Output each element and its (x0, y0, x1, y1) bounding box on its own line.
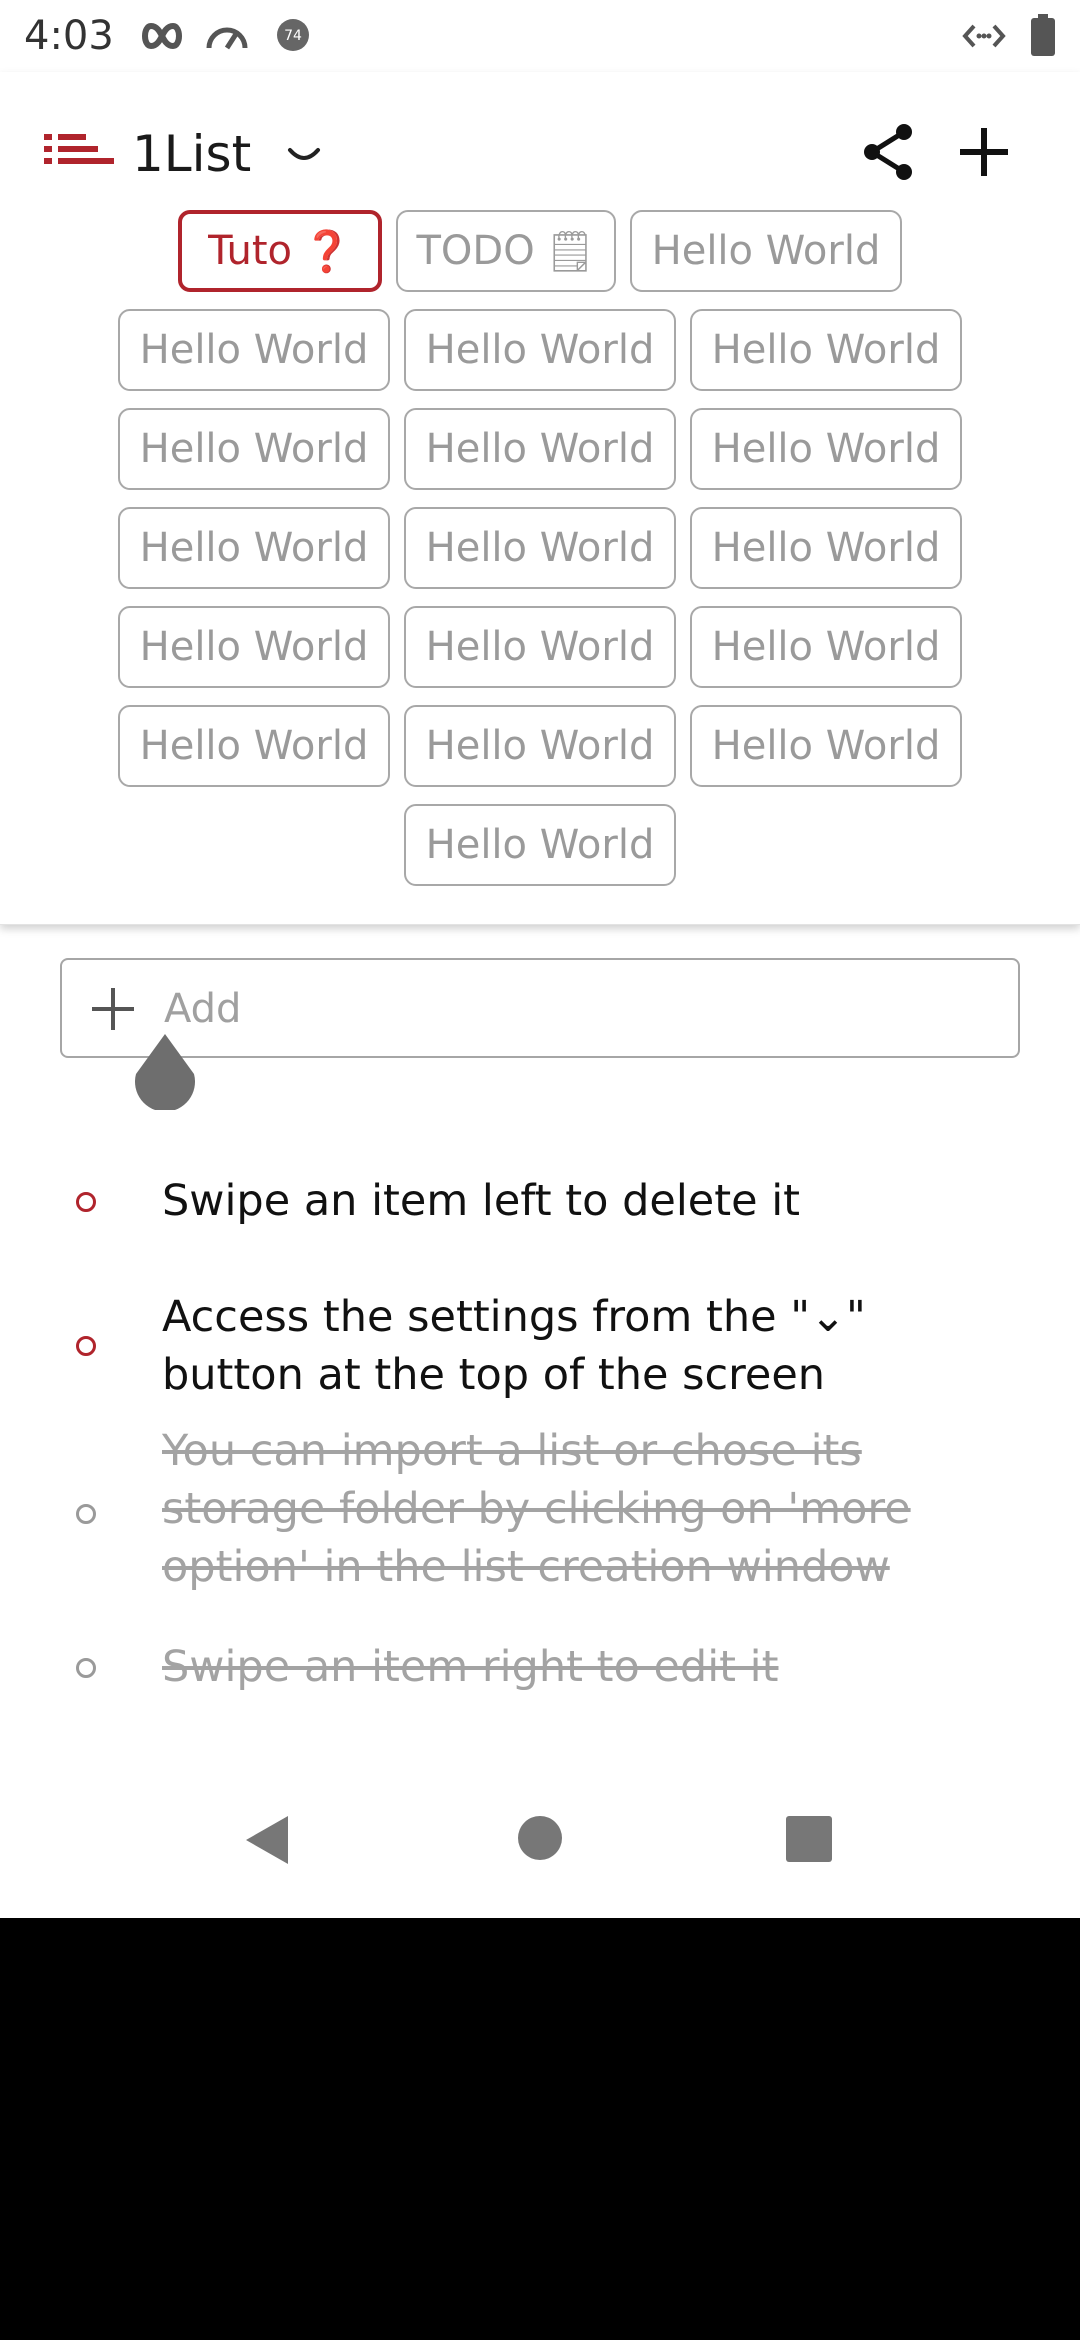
chip-label: Tuto (208, 228, 293, 274)
chip-hello-world[interactable]: Hello World (404, 309, 676, 391)
chip-hello-world[interactable]: Hello World (690, 408, 962, 490)
chip-hello-world[interactable]: Hello World (630, 210, 902, 292)
chip-hello-world[interactable]: Hello World (690, 507, 962, 589)
add-item-input[interactable] (162, 970, 986, 1048)
list-item-text: You can import a list or chose its stora… (162, 1426, 911, 1592)
chip-label: Hello World (711, 426, 941, 472)
chip-label: Hello World (425, 723, 655, 769)
notification-badge-icon: 74 (277, 19, 309, 51)
chip-label: Hello World (425, 327, 655, 373)
chip-hello-world[interactable]: Hello World (690, 606, 962, 688)
recents-icon[interactable] (786, 1816, 832, 1862)
chip-hello-world[interactable]: Hello World (118, 408, 390, 490)
bullet-open-icon[interactable] (76, 1192, 96, 1212)
chip-label: Hello World (711, 327, 941, 373)
notepad-icon: 🗒 (544, 228, 596, 275)
list-item-done[interactable]: You can import a list or chose its stora… (0, 1422, 1080, 1598)
list-logo-icon[interactable] (44, 130, 118, 174)
notification-badge-text: 74 (284, 28, 302, 44)
chip-label: TODO (416, 228, 535, 274)
chip-todo[interactable]: TODO 🗒 (396, 210, 616, 292)
list-item-text: Swipe an item left to delete it (162, 1176, 801, 1226)
chip-label: Hello World (139, 723, 369, 769)
add-item-field[interactable] (60, 958, 1020, 1058)
infinity-icon (142, 22, 182, 50)
chip-tuto[interactable]: Tuto ❓ (178, 210, 382, 292)
bullet-done-icon[interactable] (76, 1658, 96, 1678)
list-item[interactable]: Swipe an item left to delete it (0, 1172, 1080, 1232)
share-icon[interactable] (860, 122, 916, 182)
chip-hello-world[interactable]: Hello World (118, 606, 390, 688)
list-header: 1List Tuto ❓ TODO 🗒 Hello World Hello Worl… (0, 72, 1080, 925)
chevron-down-icon[interactable] (286, 144, 322, 168)
chip-hello-world[interactable]: Hello World (404, 606, 676, 688)
plus-icon[interactable] (956, 122, 1012, 182)
chip-label: Hello World (425, 426, 655, 472)
chip-hello-world[interactable]: Hello World (404, 507, 676, 589)
home-icon[interactable] (516, 1814, 564, 1862)
back-icon[interactable] (242, 1812, 292, 1868)
status-time: 4:03 (24, 13, 114, 59)
chip-hello-world[interactable]: Hello World (118, 507, 390, 589)
list-title[interactable]: 1List (132, 124, 251, 184)
chip-label: Hello World (139, 327, 369, 373)
plus-icon[interactable] (90, 984, 136, 1034)
chip-hello-world[interactable]: Hello World (404, 408, 676, 490)
text-cursor-handle-icon[interactable] (132, 1032, 198, 1110)
chip-label: Hello World (139, 624, 369, 670)
bullet-done-icon[interactable] (76, 1504, 96, 1524)
chip-label: Hello World (139, 525, 369, 571)
speedometer-icon (206, 27, 248, 50)
chip-label: Hello World (425, 525, 655, 571)
chip-label: Hello World (425, 624, 655, 670)
bullet-open-icon[interactable] (76, 1336, 96, 1356)
chip-label: Hello World (711, 723, 941, 769)
chip-label: Hello World (139, 426, 369, 472)
chip-hello-world[interactable]: Hello World (118, 705, 390, 787)
list-item-text: Access the settings from the "⌄" button … (162, 1292, 866, 1400)
chip-hello-world[interactable]: Hello World (690, 309, 962, 391)
code-arrows-icon (962, 24, 1006, 48)
battery-icon (1031, 14, 1055, 56)
list-item-text: Swipe an item right to edit it (162, 1642, 779, 1692)
chip-hello-world[interactable]: Hello World (404, 705, 676, 787)
list-item[interactable]: Access the settings from the "⌄" button … (0, 1288, 1080, 1408)
chip-label: Hello World (651, 228, 881, 274)
chip-label: Hello World (711, 624, 941, 670)
app-screen: 4:03 74 1List Tuto ❓ TODO 🗒 Hello World … (0, 0, 1080, 1918)
chip-label: Hello World (711, 525, 941, 571)
question-mark-icon: ❓ (302, 228, 352, 275)
chip-hello-world[interactable]: Hello World (690, 705, 962, 787)
chip-label: Hello World (425, 822, 655, 868)
list-item-done[interactable]: Swipe an item right to edit it (0, 1638, 1080, 1698)
navigation-bar (0, 1790, 1080, 1900)
status-bar: 4:03 74 (0, 0, 1080, 72)
chip-hello-world[interactable]: Hello World (118, 309, 390, 391)
chip-hello-world[interactable]: Hello World (404, 804, 676, 886)
